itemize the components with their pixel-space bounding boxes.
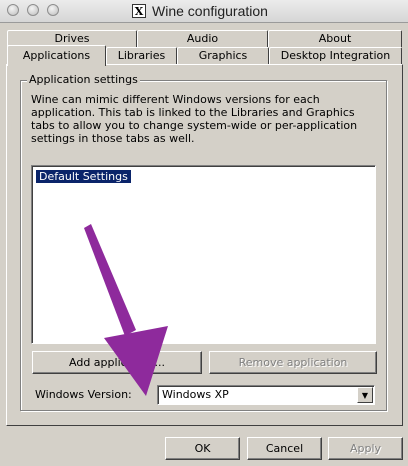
close-window-icon[interactable] bbox=[7, 4, 19, 16]
window-title: Wine configuration bbox=[152, 3, 268, 19]
tab-libraries[interactable]: Libraries bbox=[106, 47, 177, 64]
ok-button[interactable]: OK bbox=[165, 437, 240, 460]
add-application-button[interactable]: Add application... bbox=[32, 351, 202, 374]
windows-version-label: Windows Version: bbox=[35, 388, 132, 401]
minimize-window-icon[interactable] bbox=[27, 4, 39, 16]
tab-about[interactable]: About bbox=[268, 30, 402, 47]
group-title: Application settings bbox=[27, 73, 140, 86]
application-list[interactable]: Default Settings bbox=[31, 165, 376, 344]
windows-version-select[interactable]: Windows XP ▼ bbox=[157, 385, 375, 405]
tab-graphics[interactable]: Graphics bbox=[177, 47, 269, 64]
chevron-down-icon[interactable]: ▼ bbox=[357, 387, 373, 403]
remove-application-button[interactable]: Remove application bbox=[209, 351, 377, 374]
apply-button[interactable]: Apply bbox=[328, 437, 403, 460]
zoom-window-icon[interactable] bbox=[47, 4, 59, 16]
tab-desktop-integration[interactable]: Desktop Integration bbox=[269, 47, 402, 64]
tab-audio[interactable]: Audio bbox=[137, 30, 268, 47]
windows-version-value: Windows XP bbox=[162, 388, 229, 401]
tab-applications[interactable]: Applications bbox=[7, 45, 106, 66]
title-bar: X Wine configuration bbox=[0, 0, 408, 23]
wine-x-logo-icon: X bbox=[132, 4, 146, 18]
description-text: Wine can mimic different Windows version… bbox=[31, 93, 358, 145]
cancel-button[interactable]: Cancel bbox=[247, 437, 322, 460]
list-item[interactable]: Default Settings bbox=[35, 169, 132, 184]
